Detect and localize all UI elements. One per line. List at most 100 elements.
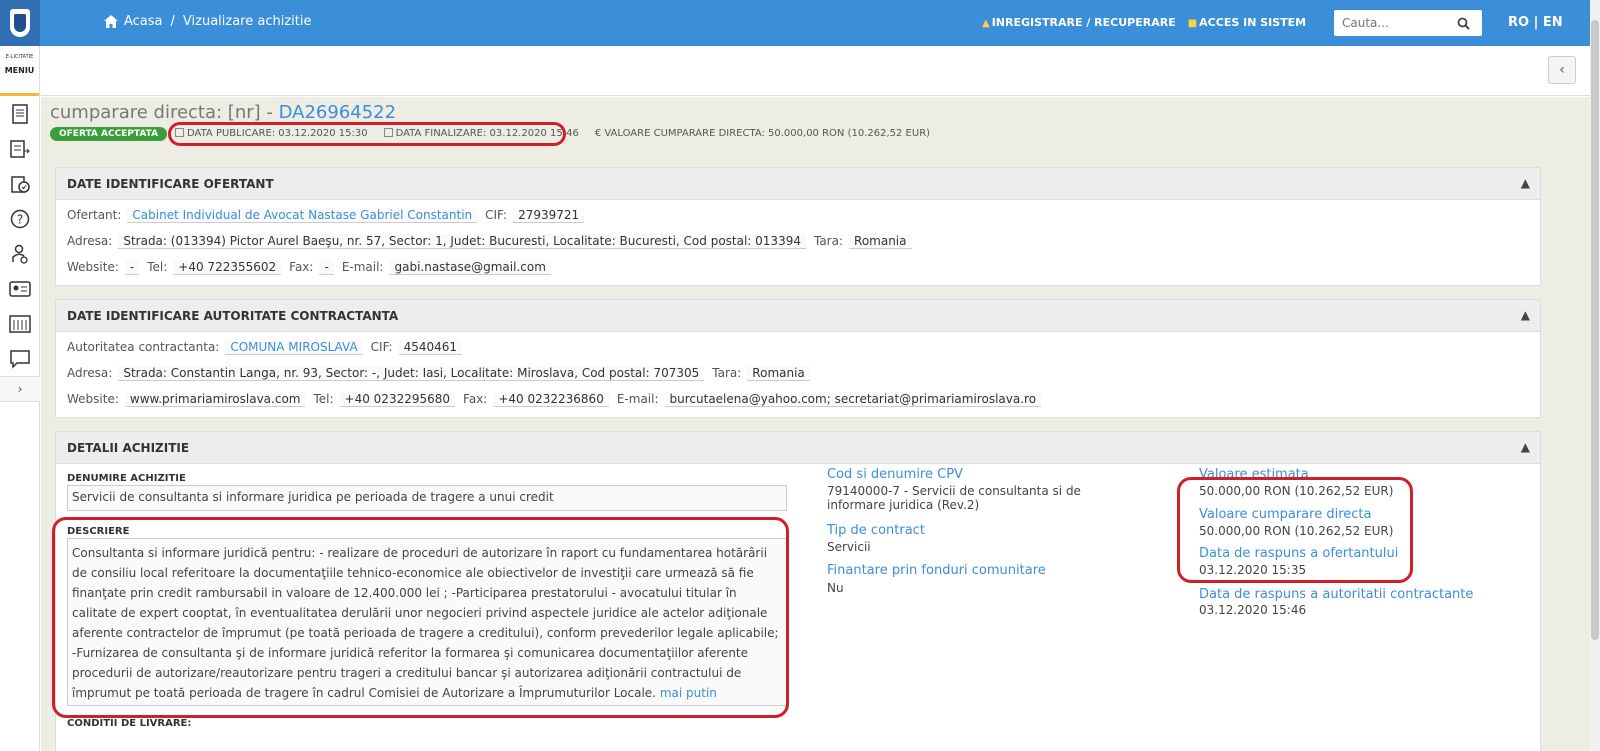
authority-phone: +40 0232295680 — [339, 391, 456, 407]
contract-type-value: Servicii — [827, 540, 871, 554]
login-link[interactable]: ■ ACCES IN SISTEM — [1188, 16, 1306, 29]
lang-ro[interactable]: RO — [1508, 15, 1529, 30]
breadcrumb-current: Vizualizare achizitie — [182, 14, 312, 29]
help-icon[interactable]: ? — [0, 201, 40, 236]
panel-title: DATE IDENTIFICARE OFERTANT — [67, 176, 274, 191]
register-link[interactable]: ▲ INREGISTRARE / RECUPERARE — [982, 16, 1176, 29]
ofertant-phone: +40 722355602 — [173, 259, 282, 275]
home-icon — [104, 15, 118, 28]
cpv-value: 79140000-7 - Servicii de consultanta si … — [827, 484, 1081, 512]
highlight-description — [52, 517, 789, 718]
page-scrollbar[interactable] — [1590, 0, 1600, 751]
breadcrumb: Acasa / Vizualizare achizitie — [104, 14, 311, 29]
collapse-chevron-icon[interactable]: ‹ — [1548, 56, 1576, 84]
document-icon[interactable] — [0, 96, 40, 131]
sidebar-expand-chevron-icon[interactable]: › — [0, 376, 40, 402]
main-content: cumparare directa: [nr] - DA26964522 OFE… — [41, 97, 1590, 751]
label-tara: Tara: — [813, 234, 844, 248]
panel-header-autoritate[interactable]: DATE IDENTIFICARE AUTORITATE CONTRACTANT… — [56, 300, 1540, 332]
label-email: E-mail: — [341, 260, 384, 274]
ofertant-row-2: Adresa: Strada: (013394) Pictor Aurel Ba… — [56, 228, 1540, 254]
toolbar: ‹ — [41, 46, 1590, 96]
status-badge: OFERTA ACCEPTATA — [50, 127, 168, 141]
label-tel: Tel: — [313, 392, 334, 406]
search-icon[interactable] — [1452, 12, 1474, 34]
language-switch: RO | EN — [1508, 15, 1563, 30]
menu-label: MENIU — [4, 66, 35, 75]
panel-title: DETALII ACHIZITIE — [67, 440, 190, 455]
ofertant-name-link[interactable]: Cabinet Individual de Avocat Nastase Gab… — [127, 207, 478, 223]
ofertant-row-3: Website: - Tel: +40 722355602 Fax: - E-m… — [56, 254, 1540, 280]
authority-address: Strada: Constantin Langa, nr. 93, Sector… — [118, 365, 705, 381]
panel-header-ofertant[interactable]: DATE IDENTIFICARE OFERTANT ▲ — [56, 168, 1540, 200]
search-input[interactable] — [1334, 11, 1452, 35]
label-authority-response-date: Data de raspuns a autoritatii contractan… — [1199, 587, 1474, 602]
search-box — [1334, 10, 1482, 36]
authority-name-link[interactable]: COMUNA MIROSLAVA — [225, 339, 363, 355]
label-tara: Tara: — [712, 366, 742, 380]
chat-icon[interactable] — [0, 341, 40, 376]
ofertant-fax: - — [319, 259, 334, 275]
direct-purchase-value: € VALOARE CUMPARARE DIRECTA: 50.000,00 R… — [594, 128, 931, 139]
ofertant-email: gabi.nastase@gmail.com — [389, 259, 551, 275]
login-link-label: ACCES IN SISTEM — [1199, 16, 1307, 29]
eu-funds-value: Nu — [827, 581, 844, 595]
authority-country: Romania — [747, 365, 810, 381]
label-tel: Tel: — [147, 260, 168, 274]
logo[interactable] — [0, 0, 40, 46]
menu-toggle[interactable]: E-LICITATIE MENIU — [0, 46, 39, 96]
authority-website: www.primariamiroslava.com — [124, 391, 306, 407]
procurement-code[interactable]: DA26964522 — [279, 102, 396, 123]
highlight-dates — [168, 122, 566, 146]
panel-header-detalii[interactable]: DETALII ACHIZITIE ▲ — [56, 432, 1540, 464]
authority-response-date: 03.12.2020 15:46 — [1199, 603, 1307, 617]
chevron-up-icon[interactable]: ▲ — [1521, 440, 1530, 454]
label-adresa: Adresa: — [67, 366, 113, 380]
label-adresa: Adresa: — [67, 234, 113, 248]
scrollbar-thumb[interactable] — [1591, 20, 1599, 640]
label-denumire: DENUMIRE ACHIZITIE — [67, 473, 186, 484]
list-arrow-icon[interactable] — [0, 131, 40, 166]
lock-icon: ■ — [1187, 18, 1198, 29]
label-conditii: CONDITII DE LIVRARE: — [67, 718, 192, 729]
breadcrumb-home[interactable]: Acasa — [124, 14, 163, 29]
authority-cif: 4540461 — [398, 339, 463, 355]
breadcrumb-separator: / — [170, 14, 175, 29]
ofertant-cif: 27939721 — [513, 207, 585, 223]
autoritate-row-3: Website: www.primariamiroslava.com Tel: … — [56, 386, 1540, 412]
svg-text:?: ? — [17, 212, 23, 226]
label-website: Website: — [67, 392, 119, 406]
panel-ofertant: DATE IDENTIFICARE OFERTANT ▲ Ofertant: C… — [55, 167, 1541, 286]
lang-separator: | — [1533, 15, 1539, 30]
autoritate-row-2: Adresa: Strada: Constantin Langa, nr. 93… — [56, 360, 1540, 386]
label-contract-type: Tip de contract — [827, 523, 925, 538]
page-title: cumparare directa: [nr] - DA26964522 — [50, 102, 396, 123]
lang-en[interactable]: EN — [1543, 15, 1563, 30]
panel-autoritate: DATE IDENTIFICARE AUTORITATE CONTRACTANT… — [55, 299, 1541, 418]
user-gear-icon[interactable] — [0, 236, 40, 271]
brand-small: E-LICITATIE — [5, 54, 34, 60]
label-ofertant: Ofertant: — [67, 208, 122, 222]
library-icon[interactable] — [0, 306, 40, 341]
procurement-name: Servicii de consultanta si informare jur… — [67, 485, 787, 511]
authority-fax: +40 0232236860 — [493, 391, 609, 407]
register-link-label: INREGISTRARE / RECUPERARE — [991, 16, 1176, 29]
label-fax: Fax: — [289, 260, 314, 274]
chevron-up-icon[interactable]: ▲ — [1521, 176, 1530, 190]
page-title-prefix: cumparare directa: [nr] - — [50, 102, 279, 123]
panel-title: DATE IDENTIFICARE AUTORITATE CONTRACTANT… — [67, 308, 399, 323]
sidebar: E-LICITATIE MENIU ? › — [0, 46, 40, 751]
id-card-icon[interactable] — [0, 271, 40, 306]
autoritate-row-1: Autoritatea contractanta: COMUNA MIROSLA… — [56, 334, 1540, 360]
user-icon: ▲ — [982, 18, 990, 29]
panel-detalii: DETALII ACHIZITIE ▲ DENUMIRE ACHIZITIE S… — [52, 431, 1541, 751]
ofertant-website: - — [124, 259, 140, 275]
highlight-values — [1177, 477, 1413, 583]
label-cpv: Cod si denumire CPV — [827, 467, 963, 482]
chevron-up-icon[interactable]: ▲ — [1521, 308, 1530, 322]
authority-email: burcutaelena@yahoo.com; secretariat@prim… — [664, 391, 1042, 407]
ofertant-row-1: Ofertant: Cabinet Individual de Avocat N… — [56, 202, 1540, 228]
account-links: ▲ INREGISTRARE / RECUPERARE ■ ACCES IN SIS… — [982, 16, 1306, 29]
label-cif: CIF: — [370, 340, 393, 354]
clipboard-check-icon[interactable] — [0, 166, 40, 201]
